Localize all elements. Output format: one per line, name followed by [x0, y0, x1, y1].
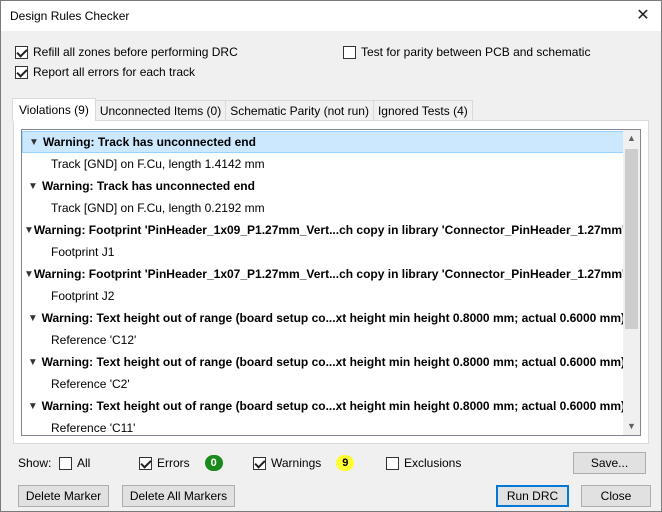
- show-all-label: All: [77, 456, 91, 470]
- checkbox-box[interactable]: [253, 456, 266, 470]
- collapse-chevron-icon[interactable]: ▼: [24, 269, 34, 280]
- tab-violations[interactable]: Violations (9): [12, 98, 96, 121]
- tab-ignored-tests[interactable]: Ignored Tests (4): [372, 100, 473, 121]
- errors-count-badge: 0: [204, 455, 223, 471]
- checkbox-box[interactable]: [139, 456, 152, 470]
- warnings-count-badge: 9: [336, 455, 355, 471]
- show-warnings-label: Warnings: [271, 456, 322, 470]
- tab-schematic-parity[interactable]: Schematic Parity (not run): [225, 100, 374, 121]
- violation-text: Track [GND] on F.Cu, length 1.4142 mm: [51, 157, 265, 171]
- violation-text: Warning: Text height out of range (board…: [41, 399, 625, 413]
- report-all-errors-checkbox[interactable]: Report all errors for each track: [15, 65, 195, 79]
- violation-row[interactable]: ▼ Warning: Track has unconnected end: [22, 131, 625, 153]
- violation-text: Track [GND] on F.Cu, length 0.2192 mm: [51, 201, 265, 215]
- violation-text: Warning: Track has unconnected end: [42, 179, 255, 193]
- refill-zones-checkbox[interactable]: Refill all zones before performing DRC: [15, 45, 238, 59]
- scroll-down-icon[interactable]: ▼: [623, 418, 640, 435]
- violation-text: Warning: Text height out of range (board…: [41, 311, 625, 325]
- violation-text: Reference 'C2': [51, 377, 130, 391]
- show-errors-checkbox[interactable]: Errors 0: [139, 455, 223, 471]
- show-warnings-checkbox[interactable]: Warnings 9: [253, 455, 355, 471]
- show-all-checkbox[interactable]: All: [59, 456, 90, 470]
- test-parity-checkbox[interactable]: Test for parity between PCB and schemati…: [343, 45, 590, 59]
- violation-item-row[interactable]: Reference 'C11': [22, 417, 625, 435]
- violation-item-row[interactable]: Footprint J2: [22, 285, 625, 307]
- violation-item-row[interactable]: Reference 'C2': [22, 373, 625, 395]
- collapse-chevron-icon[interactable]: ▼: [25, 137, 43, 148]
- checkbox-box[interactable]: [59, 456, 72, 470]
- show-exclusions-checkbox[interactable]: Exclusions: [386, 456, 461, 470]
- violation-row[interactable]: ▼ Warning: Text height out of range (boar…: [22, 307, 625, 329]
- collapse-chevron-icon[interactable]: ▼: [24, 225, 34, 236]
- violation-text: Footprint J2: [51, 289, 115, 303]
- run-drc-button[interactable]: Run DRC: [496, 485, 569, 507]
- window-title: Design Rules Checker: [10, 9, 130, 23]
- save-button[interactable]: Save...: [573, 452, 646, 474]
- violations-list[interactable]: ▼ Warning: Track has unconnected end Track…: [21, 129, 641, 436]
- collapse-chevron-icon[interactable]: ▼: [24, 181, 42, 192]
- close-window-icon[interactable]: ✕: [633, 6, 653, 26]
- tab-unconnected-items[interactable]: Unconnected Items (0): [94, 100, 227, 121]
- violation-text: Warning: Footprint 'PinHeader_1x09_P1.27…: [33, 223, 629, 237]
- violation-text: Warning: Track has unconnected end: [43, 135, 256, 149]
- tab-bar: Violations (9) Unconnected Items (0) Sch…: [12, 98, 473, 121]
- checkbox-box[interactable]: [15, 45, 28, 59]
- checkbox-box[interactable]: [15, 65, 28, 79]
- violation-item-row[interactable]: Track [GND] on F.Cu, length 0.2192 mm: [22, 197, 625, 219]
- title-bar: Design Rules Checker ✕: [1, 1, 661, 31]
- violation-row[interactable]: ▼ Warning: Text height out of range (boar…: [22, 351, 625, 373]
- violation-item-row[interactable]: Reference 'C12': [22, 329, 625, 351]
- collapse-chevron-icon[interactable]: ▼: [24, 401, 42, 412]
- violation-text: Reference 'C12': [51, 333, 137, 347]
- violation-text: Warning: Text height out of range (board…: [41, 355, 625, 369]
- violation-item-row[interactable]: Footprint J1: [22, 241, 625, 263]
- report-all-errors-label: Report all errors for each track: [33, 65, 196, 79]
- scrollbar-thumb[interactable]: [625, 149, 638, 329]
- close-button[interactable]: Close: [581, 485, 651, 507]
- collapse-chevron-icon[interactable]: ▼: [24, 313, 42, 324]
- delete-marker-button[interactable]: Delete Marker: [18, 485, 109, 507]
- scroll-up-icon[interactable]: ▲: [623, 130, 640, 147]
- show-errors-label: Errors: [157, 456, 190, 470]
- test-parity-label: Test for parity between PCB and schemati…: [361, 45, 591, 59]
- violation-item-row[interactable]: Track [GND] on F.Cu, length 1.4142 mm: [22, 153, 625, 175]
- violation-text: Warning: Footprint 'PinHeader_1x07_P1.27…: [33, 267, 629, 281]
- drc-dialog: Design Rules Checker ✕ Refill all zones …: [0, 0, 662, 512]
- refill-zones-label: Refill all zones before performing DRC: [33, 45, 238, 59]
- delete-all-markers-button[interactable]: Delete All Markers: [122, 485, 235, 507]
- violations-panel: ▼ Warning: Track has unconnected end Track…: [13, 120, 649, 444]
- show-exclusions-label: Exclusions: [404, 456, 462, 470]
- violation-text: Footprint J1: [51, 245, 115, 259]
- vertical-scrollbar[interactable]: ▲ ▼: [623, 130, 640, 435]
- violation-row[interactable]: ▼ Warning: Footprint 'PinHeader_1x07_P1.2…: [22, 263, 629, 285]
- violation-row[interactable]: ▼ Warning: Track has unconnected end: [22, 175, 625, 197]
- collapse-chevron-icon[interactable]: ▼: [24, 357, 42, 368]
- violation-text: Reference 'C11': [51, 421, 136, 435]
- checkbox-box[interactable]: [343, 45, 356, 59]
- show-label: Show:: [18, 456, 52, 470]
- violation-row[interactable]: ▼ Warning: Text height out of range (boar…: [22, 395, 625, 417]
- checkbox-box[interactable]: [386, 456, 399, 470]
- violation-row[interactable]: ▼ Warning: Footprint 'PinHeader_1x09_P1.2…: [22, 219, 629, 241]
